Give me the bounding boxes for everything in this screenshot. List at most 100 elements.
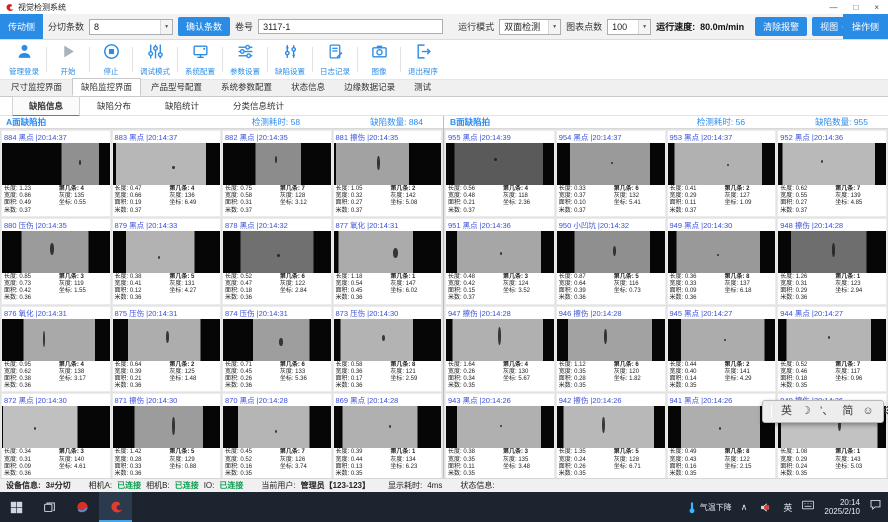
ime-item-2[interactable]: ’、	[820, 406, 833, 417]
defect-cell-header: 876 氧化 |20:14:31	[2, 307, 110, 319]
roll-number-input[interactable]	[258, 19, 443, 34]
defect-cell[interactable]: 941 黑点 |20:14:26长度: 0.49宽度: 0.43面积: 0.16…	[667, 393, 777, 480]
toolbar-button-debug-mode[interactable]: 调试模式	[133, 40, 177, 79]
run-mode-select[interactable]: 双面检测▼	[499, 19, 561, 35]
defect-cell[interactable]: 954 黑点 |20:14:37长度: 0.33宽度: 0.37面积: 0.10…	[556, 130, 666, 217]
app-icon	[75, 500, 90, 515]
measurement: 面积: 0.49	[4, 200, 59, 207]
speed-value: 80.0m/min	[700, 22, 744, 32]
defect-cell[interactable]: 884 黑点 |20:14:37长度: 1.23宽度: 0.86面积: 0.49…	[1, 130, 111, 217]
tab-3[interactable]: 系统参数配置	[212, 78, 281, 96]
close-button[interactable]: ×	[874, 3, 879, 12]
tab-0[interactable]: 尺寸监控界面	[2, 78, 71, 96]
defect-mark	[377, 156, 380, 170]
coord-value: 坐标: 0.73	[614, 288, 663, 295]
defect-cell[interactable]: 950 小凹坑 |20:14:32长度: 0.87宽度: 0.64面积: 0.3…	[556, 218, 666, 305]
confirm-count-button[interactable]: 确认条数	[178, 17, 230, 36]
defect-cell[interactable]: 951 黑点 |20:14:36长度: 0.48宽度: 0.42面积: 0.15…	[445, 218, 555, 305]
tab-5[interactable]: 边缘数据记录	[335, 78, 404, 96]
document-icon	[327, 43, 344, 65]
defect-cell[interactable]: 880 压伤 |20:14:35长度: 0.85宽度: 0.73面积: 0.42…	[1, 218, 111, 305]
coord-value: 坐标: 2.84	[280, 288, 329, 295]
clear-alarm-button[interactable]: 清除报警	[755, 17, 807, 36]
measurement: 米数: 0.37	[4, 208, 59, 215]
toolbar-button-defect-settings[interactable]: 缺陷设置	[268, 40, 312, 79]
defect-cell[interactable]: 946 擦伤 |20:14:28长度: 1.12宽度: 0.35面积: 0.28…	[556, 306, 666, 393]
gray-value: 灰度: 122	[724, 457, 773, 464]
weather-widget[interactable]: 气温下降	[687, 501, 732, 514]
subtab-2[interactable]: 缺陷统计	[148, 96, 216, 116]
toolbar-button-image[interactable]: 图像	[358, 40, 400, 79]
defect-cell[interactable]: 879 黑点 |20:14:33长度: 0.38宽度: 0.41面积: 0.12…	[112, 218, 222, 305]
defect-content: A面缺陷拍 检测耗时: 58 缺陷数量: 884 884 黑点 |20:14:3…	[0, 116, 888, 478]
start-button[interactable]	[0, 492, 33, 522]
volume-button[interactable]	[756, 497, 774, 517]
tab-2[interactable]: 产品型号配置	[142, 78, 211, 96]
subtab-1[interactable]: 缺陷分布	[80, 96, 148, 116]
defect-cell[interactable]: 955 黑点 |20:14:39长度: 0.56宽度: 0.48面积: 0.21…	[445, 130, 555, 217]
subtab-0[interactable]: 缺陷信息	[12, 96, 80, 117]
ime-item-5[interactable]: ⚙	[883, 406, 888, 417]
measurement: 长度: 0.85	[4, 274, 59, 281]
defect-cell[interactable]: 945 黑点 |20:14:27长度: 0.44宽度: 0.40面积: 0.14…	[667, 306, 777, 393]
defect-cell[interactable]: 953 黑点 |20:14:37长度: 0.41宽度: 0.29面积: 0.11…	[667, 130, 777, 217]
toolbar-button-log[interactable]: 日志记录	[313, 40, 357, 79]
ime-language-bar[interactable]: 英☽’、简☺⚙	[762, 400, 884, 423]
defect-cell[interactable]: 873 压伤 |20:14:30长度: 0.58宽度: 0.36面积: 0.17…	[333, 306, 443, 393]
defect-cell[interactable]: 944 黑点 |20:14:27长度: 0.52宽度: 0.46面积: 0.18…	[777, 306, 887, 393]
defect-cell[interactable]: 871 擦伤 |20:14:30长度: 1.42宽度: 0.28面积: 0.33…	[112, 393, 222, 480]
defect-cell[interactable]: 942 擦伤 |20:14:26长度: 1.35宽度: 0.24面积: 0.26…	[556, 393, 666, 480]
defect-cell[interactable]: 948 擦伤 |20:14:28长度: 1.26宽度: 0.31面积: 0.29…	[777, 218, 887, 305]
toolbar-button-start[interactable]: 开始	[47, 40, 89, 79]
defect-mark	[275, 430, 277, 433]
drag-handle-icon[interactable]	[771, 405, 772, 418]
defect-cell[interactable]: 943 黑点 |20:14:26长度: 0.38宽度: 0.35面积: 0.11…	[445, 393, 555, 480]
defect-cell[interactable]: 877 氧化 |20:14:31长度: 1.18宽度: 0.54面积: 0.45…	[333, 218, 443, 305]
chart-points-select[interactable]: 100▼	[607, 19, 651, 35]
defect-cell[interactable]: 881 擦伤 |20:14:35长度: 1.05宽度: 0.32面积: 0.27…	[333, 130, 443, 217]
defect-cell[interactable]: 947 擦伤 |20:14:28长度: 1.64宽度: 0.26面积: 0.34…	[445, 306, 555, 393]
defect-cell[interactable]: 878 黑点 |20:14:32长度: 0.52宽度: 0.47面积: 0.18…	[222, 218, 332, 305]
defect-cell[interactable]: 882 黑点 |20:14:35长度: 0.75宽度: 0.58面积: 0.31…	[222, 130, 332, 217]
ime-item-0[interactable]: 英	[781, 406, 792, 417]
defect-cell[interactable]: 875 压伤 |20:14:31长度: 0.64宽度: 0.39面积: 0.21…	[112, 306, 222, 393]
toolbar-button-system-config[interactable]: 系统配置	[178, 40, 222, 79]
toolbar-button-param-settings[interactable]: 参数设置	[223, 40, 267, 79]
defect-mark	[275, 156, 277, 163]
sub-tabs: 缺陷信息缺陷分布缺陷统计分类信息统计	[0, 97, 888, 116]
ime-item-1[interactable]: ☽	[801, 406, 811, 417]
slit-count-select[interactable]: 8▼	[89, 19, 173, 35]
defect-cell[interactable]: 876 氧化 |20:14:31长度: 0.95宽度: 0.62面积: 0.38…	[1, 306, 111, 393]
defect-cell[interactable]: 874 压伤 |20:14:31长度: 0.71宽度: 0.45面积: 0.26…	[222, 306, 332, 393]
toolbar-button-login[interactable]: 管理登录	[2, 40, 46, 79]
drive-side-button[interactable]: 传动侧	[0, 14, 43, 39]
tray-expand-chevron[interactable]: ∧	[741, 502, 748, 513]
task-view-button[interactable]	[33, 492, 66, 522]
maximize-button[interactable]: □	[853, 3, 858, 12]
defect-cell[interactable]: 952 黑点 |20:14:36长度: 0.62宽度: 0.55面积: 0.27…	[777, 130, 887, 217]
tab-1[interactable]: 缺陷监控界面	[72, 78, 141, 96]
subtab-3[interactable]: 分类信息统计	[216, 96, 301, 116]
tab-4[interactable]: 状态信息	[282, 78, 334, 96]
touch-keyboard-button[interactable]	[801, 498, 815, 516]
pinned-app-button[interactable]	[66, 492, 99, 522]
defect-mark	[34, 427, 36, 430]
ime-item-4[interactable]: ☺	[862, 406, 873, 417]
toolbar-button-stop[interactable]: 停止	[90, 40, 132, 79]
defect-cell[interactable]: 872 黑点 |20:14:30长度: 0.34宽度: 0.31面积: 0.09…	[1, 393, 111, 480]
defect-cell[interactable]: 869 黑点 |20:14:28长度: 0.39宽度: 0.44面积: 0.13…	[333, 393, 443, 480]
defect-mark	[393, 248, 398, 258]
inspection-app-button[interactable]	[99, 492, 132, 522]
tab-6[interactable]: 测试	[405, 78, 440, 96]
action-center-button[interactable]	[869, 498, 882, 516]
minimize-button[interactable]: —	[829, 3, 837, 12]
taskbar-clock[interactable]: 20:142025/2/10	[824, 498, 860, 516]
ime-item-3[interactable]: 简	[842, 406, 853, 417]
defect-cell[interactable]: 949 黑点 |20:14:30长度: 0.36宽度: 0.33面积: 0.09…	[667, 218, 777, 305]
ime-indicator[interactable]: 英	[783, 501, 792, 514]
toolbar-button-label: 日志记录	[320, 66, 350, 77]
defect-cell[interactable]: 883 黑点 |20:14:37长度: 0.47宽度: 0.66面积: 0.19…	[112, 130, 222, 217]
defect-cell[interactable]: 870 黑点 |20:14:28长度: 0.45宽度: 0.52面积: 0.16…	[222, 393, 332, 480]
toolbar-button-exit[interactable]: 退出程序	[401, 40, 445, 79]
operator-side-button[interactable]: 操作侧	[843, 14, 888, 39]
